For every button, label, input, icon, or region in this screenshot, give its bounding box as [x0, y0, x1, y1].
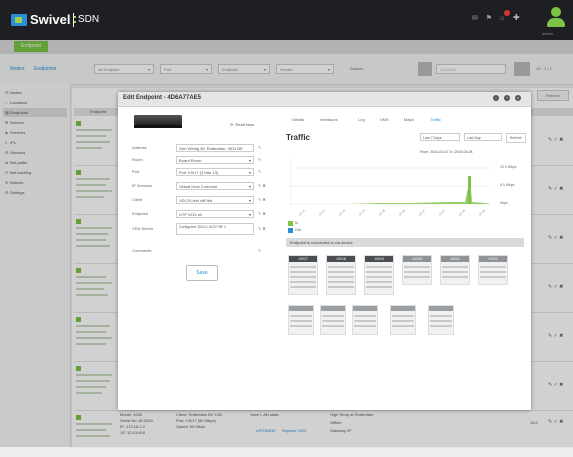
- port-card[interactable]: [428, 305, 454, 335]
- connections-title: Endpoint is connected to via device: [290, 240, 353, 245]
- field-label-port: Port: [132, 169, 140, 174]
- chart-y-label-high: 10.0 Mbps: [500, 165, 517, 169]
- alert-icon[interactable]: [504, 10, 510, 16]
- maximize-icon[interactable]: +: [504, 95, 510, 101]
- legend-in-label: In: [295, 221, 298, 225]
- close-icon[interactable]: ×: [515, 95, 521, 101]
- swivel-logo-icon: [11, 14, 27, 26]
- chart-y-label-mid: 5.0 Mbps: [500, 183, 515, 187]
- port-card[interactable]: 1/0/18: [326, 255, 356, 295]
- user-avatar-icon[interactable]: [546, 7, 566, 29]
- brand-name: Swivel: [30, 12, 71, 27]
- user-name: admin: [542, 31, 553, 36]
- svg-text:03-08: 03-08: [478, 208, 486, 216]
- port-card[interactable]: 1/0/22: [478, 255, 508, 285]
- legend-out-label: Out: [295, 228, 301, 232]
- svg-text:03-07: 03-07: [418, 208, 426, 216]
- field-label-address: Address: [132, 145, 147, 150]
- svg-text:03-08: 03-08: [458, 208, 466, 216]
- field-label-vdn-server: VDN Server: [132, 226, 154, 231]
- tab-vms[interactable]: VMS: [380, 117, 389, 122]
- field-actions[interactable]: ✎ ✖: [258, 183, 266, 188]
- svg-text:03-07: 03-07: [438, 208, 446, 216]
- minimize-icon[interactable]: –: [493, 95, 499, 101]
- field-edit-icon[interactable]: ✎: [258, 169, 261, 174]
- port-card[interactable]: 1/0/20: [402, 255, 432, 285]
- product-name: SDN: [73, 14, 100, 25]
- tab-traffic[interactable]: Traffic: [430, 117, 441, 122]
- address-field[interactable]: Gert Wintig 35, Rotterdam, 3011 BE: [176, 144, 254, 152]
- range-select[interactable]: Last Day: [464, 133, 502, 141]
- traffic-chart: 03-01 03-02 03-03 03-04 03-05 03-06 03-0…: [290, 158, 490, 217]
- add-icon[interactable]: ✚: [513, 13, 520, 22]
- read-now-button[interactable]: Read Now: [230, 122, 254, 127]
- tab-maps[interactable]: Maps: [404, 117, 414, 122]
- field-actions[interactable]: ✎ ✖: [258, 197, 266, 202]
- field-actions[interactable]: ✎ ✖: [258, 211, 266, 216]
- modal-title: Edit Endpoint - 4D6A77AE5: [123, 95, 202, 101]
- save-button[interactable]: Save: [186, 265, 218, 281]
- field-label-room: Room: [132, 157, 143, 162]
- room-select[interactable]: Board Room: [176, 156, 254, 164]
- svg-text:03-06: 03-06: [398, 208, 406, 216]
- tab-log[interactable]: Log: [358, 117, 365, 122]
- port-card[interactable]: [352, 305, 378, 335]
- field-label-client: Client: [132, 197, 143, 202]
- endpoint-select[interactable]: UTP 2/0/1 eli: [176, 210, 254, 218]
- port-card[interactable]: 1/0/21: [440, 255, 470, 285]
- port-card[interactable]: [390, 305, 416, 335]
- field-edit-icon[interactable]: ✎: [258, 157, 261, 162]
- field-actions[interactable]: ✎ ✖: [258, 226, 266, 231]
- svg-text:03-02: 03-02: [318, 208, 326, 216]
- legend-out-swatch: [288, 228, 293, 233]
- traffic-refresh-button[interactable]: Refresh: [506, 133, 526, 143]
- vdn-server-field[interactable]: Configured 2024-1 AC07 BF 1: [176, 223, 254, 235]
- svg-text:03-03: 03-03: [338, 208, 346, 216]
- port-card[interactable]: 1/0/19: [364, 255, 394, 295]
- port-card[interactable]: 1/0/17: [288, 255, 318, 295]
- comments-label: Comments: [132, 248, 152, 253]
- comments-edit-icon[interactable]: ✎: [258, 248, 261, 253]
- traffic-range-info: From: 2024-03-01 To: 2024-03-08: [420, 150, 473, 154]
- svg-text:03-01: 03-01: [298, 208, 306, 216]
- toolbar-icons[interactable]: ✉ ⚑ ⌂: [472, 14, 507, 22]
- svg-text:03-04: 03-04: [358, 208, 366, 216]
- port-select[interactable]: Port 1/0/17 (3 Mar 13): [176, 168, 254, 176]
- tab-interfaces[interactable]: Interfaces: [320, 117, 338, 122]
- port-card[interactable]: [288, 305, 314, 335]
- ip-services-select[interactable]: Virtual Host Corrector: [176, 182, 254, 190]
- field-label-endpoint: Endpoint: [132, 211, 148, 216]
- client-select[interactable]: VDI-20 fest ufff fbd: [176, 196, 254, 204]
- device-image: [134, 115, 182, 128]
- field-label-ip-services: IP Services: [132, 183, 153, 188]
- chart-y-label-low: 0bps: [500, 201, 508, 205]
- tab-details[interactable]: Details: [292, 117, 304, 122]
- port-card[interactable]: [320, 305, 346, 335]
- traffic-title: Traffic: [286, 133, 311, 142]
- legend-in-swatch: [288, 221, 293, 226]
- svg-text:03-05: 03-05: [378, 208, 386, 216]
- field-edit-icon[interactable]: ✎: [258, 145, 261, 150]
- period-select[interactable]: Last 7 Days: [420, 133, 460, 141]
